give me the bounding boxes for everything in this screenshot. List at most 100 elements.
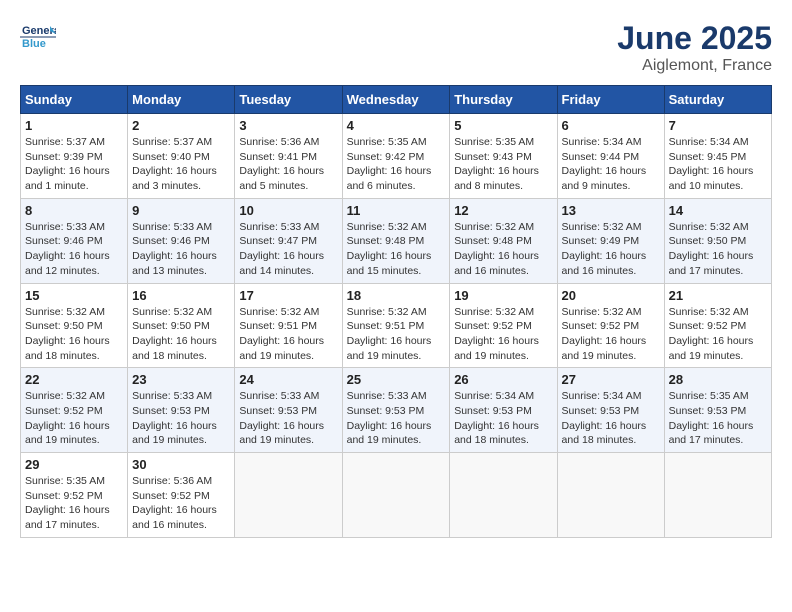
info-line: and 14 minutes. (239, 265, 314, 277)
info-line: Sunset: 9:53 PM (347, 405, 425, 417)
calendar-cell: 20Sunrise: 5:32 AMSunset: 9:52 PMDayligh… (557, 283, 664, 368)
day-number: 12 (454, 203, 552, 218)
info-line: Daylight: 16 hours (562, 420, 647, 432)
day-number: 22 (25, 372, 123, 387)
day-info: Sunrise: 5:34 AMSunset: 9:53 PMDaylight:… (454, 389, 552, 448)
day-number: 7 (669, 118, 767, 133)
page-header: General Blue June 2025 Aiglemont, France (20, 20, 772, 75)
day-info: Sunrise: 5:36 AMSunset: 9:41 PMDaylight:… (239, 135, 337, 194)
info-line: Sunrise: 5:32 AM (132, 306, 212, 318)
day-number: 14 (669, 203, 767, 218)
day-number: 28 (669, 372, 767, 387)
calendar-cell: 23Sunrise: 5:33 AMSunset: 9:53 PMDayligh… (128, 368, 235, 453)
day-number: 24 (239, 372, 337, 387)
day-info: Sunrise: 5:34 AMSunset: 9:45 PMDaylight:… (669, 135, 767, 194)
day-number: 2 (132, 118, 230, 133)
info-line: Sunset: 9:40 PM (132, 151, 210, 163)
svg-text:Blue: Blue (22, 38, 46, 50)
info-line: Sunrise: 5:32 AM (25, 390, 105, 402)
day-number: 4 (347, 118, 446, 133)
day-info: Sunrise: 5:32 AMSunset: 9:50 PMDaylight:… (669, 220, 767, 279)
info-line: Sunrise: 5:35 AM (347, 136, 427, 148)
info-line: Daylight: 16 hours (25, 335, 110, 347)
day-info: Sunrise: 5:35 AMSunset: 9:52 PMDaylight:… (25, 474, 123, 533)
info-line: and 19 minutes. (239, 434, 314, 446)
info-line: Sunrise: 5:34 AM (562, 390, 642, 402)
info-line: Sunset: 9:53 PM (562, 405, 640, 417)
info-line: Sunset: 9:45 PM (669, 151, 747, 163)
info-line: Sunset: 9:53 PM (454, 405, 532, 417)
day-number: 29 (25, 457, 123, 472)
info-line: Sunrise: 5:32 AM (669, 221, 749, 233)
info-line: Sunrise: 5:32 AM (239, 306, 319, 318)
calendar-cell: 1Sunrise: 5:37 AMSunset: 9:39 PMDaylight… (21, 114, 128, 199)
day-number: 30 (132, 457, 230, 472)
calendar-cell: 27Sunrise: 5:34 AMSunset: 9:53 PMDayligh… (557, 368, 664, 453)
day-number: 16 (132, 288, 230, 303)
info-line: Daylight: 16 hours (454, 335, 539, 347)
calendar-cell: 4Sunrise: 5:35 AMSunset: 9:42 PMDaylight… (342, 114, 450, 199)
info-line: and 17 minutes. (669, 434, 744, 446)
calendar-cell: 24 Sunrise: 5:33 AMSunset: 9:53 PMDayligh… (235, 368, 342, 453)
info-line: Sunset: 9:52 PM (132, 490, 210, 502)
info-line: Sunset: 9:46 PM (132, 235, 210, 247)
info-line: Sunset: 9:52 PM (25, 405, 103, 417)
info-line: Sunset: 9:46 PM (25, 235, 103, 247)
info-line: Daylight: 16 hours (25, 165, 110, 177)
day-info: Sunrise: 5:32 AMSunset: 9:52 PMDaylight:… (454, 305, 552, 364)
info-line: Sunset: 9:52 PM (669, 320, 747, 332)
day-number: 3 (239, 118, 337, 133)
calendar-cell: 29 Sunrise: 5:35 AMSunset: 9:52 PMDayligh… (21, 453, 128, 538)
info-line: and 16 minutes. (454, 265, 529, 277)
info-line: Sunset: 9:52 PM (562, 320, 640, 332)
info-line: Sunrise: 5:35 AM (669, 390, 749, 402)
day-info: Sunrise: 5:32 AMSunset: 9:49 PMDaylight:… (562, 220, 660, 279)
info-line: Sunrise: 5:35 AM (454, 136, 534, 148)
info-line: and 19 minutes. (25, 434, 100, 446)
calendar-cell: 3 Sunrise: 5:36 AMSunset: 9:41 PMDaylight… (235, 114, 342, 199)
info-line: Sunrise: 5:32 AM (25, 306, 105, 318)
info-line: and 17 minutes. (669, 265, 744, 277)
calendar-cell: 21Sunrise: 5:32 AMSunset: 9:52 PMDayligh… (664, 283, 771, 368)
info-line: and 17 minutes. (25, 519, 100, 531)
day-info: Sunrise: 5:32 AMSunset: 9:52 PMDaylight:… (562, 305, 660, 364)
day-info: Sunrise: 5:33 AMSunset: 9:46 PMDaylight:… (132, 220, 230, 279)
location-title: Aiglemont, France (617, 57, 772, 75)
calendar-cell: 17Sunrise: 5:32 AMSunset: 9:51 PMDayligh… (235, 283, 342, 368)
day-number: 5 (454, 118, 552, 133)
day-number: 13 (562, 203, 660, 218)
info-line: Daylight: 16 hours (454, 165, 539, 177)
info-line: Daylight: 16 hours (132, 165, 217, 177)
calendar-table: Sunday Monday Tuesday Wednesday Thursday… (20, 85, 772, 538)
header-wednesday: Wednesday (342, 86, 450, 114)
day-info: Sunrise: 5:36 AMSunset: 9:52 PMDaylight:… (132, 474, 230, 533)
info-line: and 19 minutes. (454, 350, 529, 362)
calendar-cell (235, 453, 342, 538)
info-line: Sunset: 9:48 PM (347, 235, 425, 247)
calendar-cell (342, 453, 450, 538)
day-info: Sunrise: 5:32 AMSunset: 9:48 PMDaylight:… (347, 220, 446, 279)
title-block: June 2025 Aiglemont, France (617, 20, 772, 75)
info-line: Daylight: 16 hours (454, 250, 539, 262)
info-line: Sunrise: 5:33 AM (132, 221, 212, 233)
info-line: and 19 minutes. (347, 350, 422, 362)
day-info: Sunrise: 5:33 AMSunset: 9:53 PMDaylight:… (239, 389, 337, 448)
day-number: 21 (669, 288, 767, 303)
info-line: and 16 minutes. (562, 265, 637, 277)
header-tuesday: Tuesday (235, 86, 342, 114)
calendar-cell: 26Sunrise: 5:34 AMSunset: 9:53 PMDayligh… (450, 368, 557, 453)
info-line: Sunset: 9:50 PM (132, 320, 210, 332)
info-line: Sunset: 9:51 PM (347, 320, 425, 332)
info-line: Sunrise: 5:35 AM (25, 475, 105, 487)
calendar-cell: 30 Sunrise: 5:36 AMSunset: 9:52 PMDayligh… (128, 453, 235, 538)
day-info: Sunrise: 5:33 AMSunset: 9:46 PMDaylight:… (25, 220, 123, 279)
calendar-cell: 9Sunrise: 5:33 AMSunset: 9:46 PMDaylight… (128, 198, 235, 283)
day-info: Sunrise: 5:32 AMSunset: 9:51 PMDaylight:… (239, 305, 337, 364)
info-line: Sunrise: 5:34 AM (669, 136, 749, 148)
header-friday: Friday (557, 86, 664, 114)
info-line: Sunrise: 5:33 AM (239, 221, 319, 233)
info-line: Sunrise: 5:33 AM (347, 390, 427, 402)
info-line: Daylight: 16 hours (669, 420, 754, 432)
day-info: Sunrise: 5:32 AMSunset: 9:50 PMDaylight:… (132, 305, 230, 364)
info-line: Daylight: 16 hours (562, 250, 647, 262)
